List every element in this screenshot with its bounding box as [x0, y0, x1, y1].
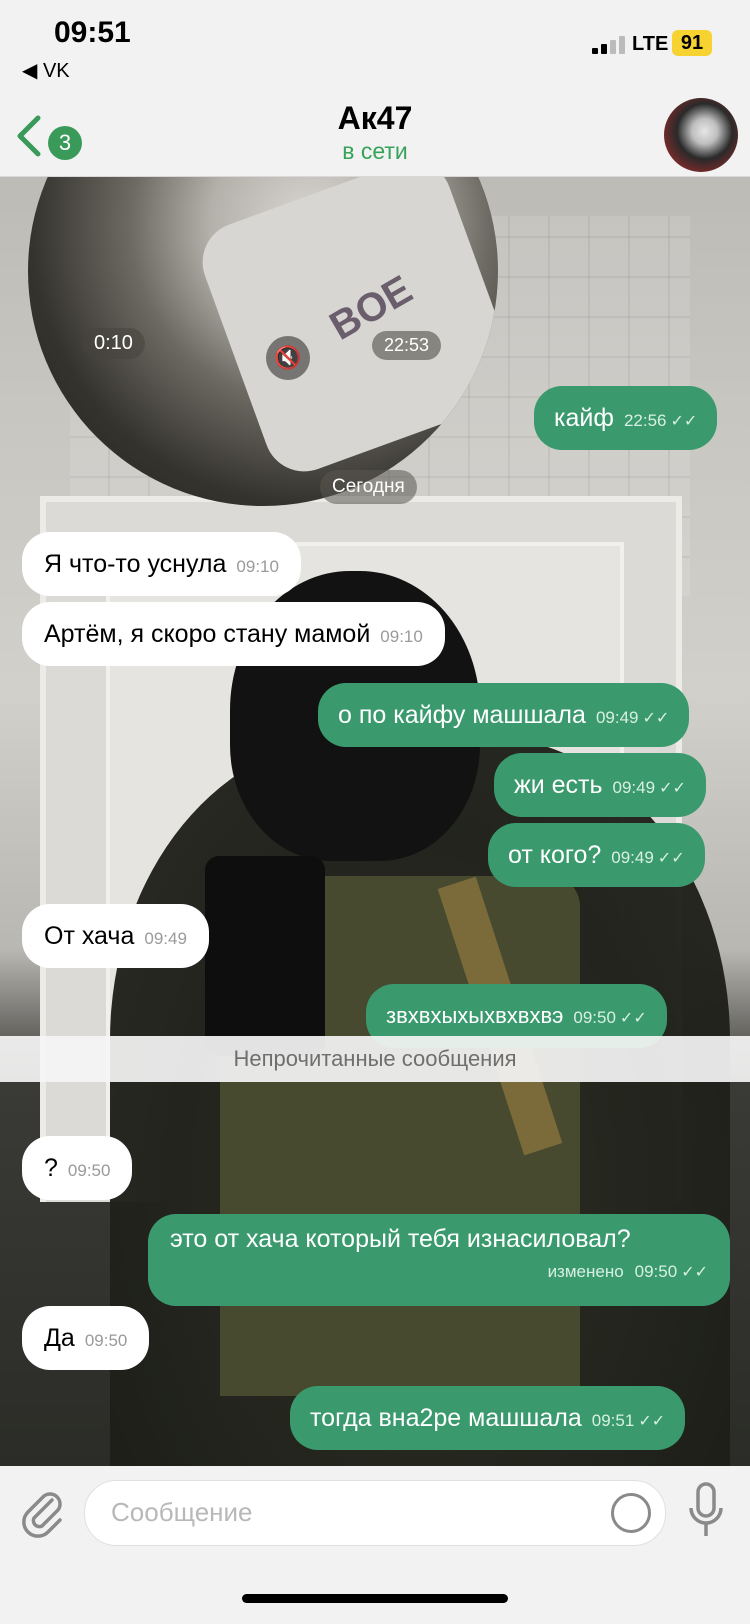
- message-text: Я что-то уснула: [44, 550, 227, 578]
- read-checkmark-icon: ✓✓: [638, 1413, 666, 1430]
- message-text: Да: [44, 1324, 75, 1352]
- message-incoming[interactable]: Да 09:50: [22, 1306, 150, 1370]
- network-type: LTE: [632, 33, 669, 55]
- message-time: 09:49: [144, 929, 187, 948]
- microphone-icon[interactable]: [688, 1482, 724, 1542]
- message-time: 09:49 ✓✓: [611, 848, 685, 867]
- message-time: 22:56 ✓✓: [623, 411, 698, 430]
- message-text: Артём, я скоро стану мамой: [44, 620, 371, 648]
- message-outgoing[interactable]: о по кайфу машшала 09:49 ✓✓: [318, 683, 690, 747]
- message-text: От хача: [44, 922, 135, 950]
- chat-header: 3 Ак47 в сети: [0, 96, 750, 177]
- message-incoming[interactable]: Я что-то уснула 09:10: [22, 532, 301, 596]
- signal-icon: [592, 36, 626, 54]
- message-time: 09:51 ✓✓: [591, 1411, 666, 1430]
- message-text: тогда вна2ре машшала: [310, 1404, 582, 1432]
- read-checkmark-icon: ✓✓: [681, 1264, 708, 1281]
- read-checkmark-icon: ✓✓: [642, 710, 670, 727]
- message-text: жи есть: [514, 771, 603, 799]
- message-outgoing[interactable]: кайф 22:56 ✓✓: [534, 386, 718, 450]
- message-time: 09:10: [380, 627, 423, 646]
- message-incoming[interactable]: От хача 09:49: [22, 904, 209, 968]
- message-composer: Сообщение: [0, 1466, 750, 1624]
- status-bar: 09:51 ◀ VK LTE 91: [0, 0, 750, 96]
- home-indicator[interactable]: [242, 1594, 508, 1603]
- muted-speaker-icon[interactable]: 🔇: [266, 336, 310, 380]
- message-text: ?: [44, 1154, 58, 1182]
- edited-label: изменено: [547, 1262, 624, 1281]
- battery-icon: 91: [672, 30, 712, 56]
- read-checkmark-icon: ✓✓: [619, 1010, 647, 1027]
- message-meta: изменено 09:50 ✓✓: [170, 1256, 708, 1286]
- message-list[interactable]: BOE 🔇 0:10 22:53 кайф 22:56 ✓✓ Сегодня Я ч…: [0, 36, 750, 1466]
- message-text: кайф: [554, 404, 614, 432]
- read-checkmark-icon: ✓✓: [659, 780, 686, 797]
- message-text: от кого?: [508, 841, 602, 869]
- message-outgoing[interactable]: от кого? 09:49 ✓✓: [488, 823, 705, 887]
- message-time: 09:50: [84, 1331, 128, 1350]
- back-to-app[interactable]: ◀ VK: [22, 58, 70, 83]
- read-checkmark-icon: ✓✓: [670, 413, 698, 430]
- message-text: о по кайфу машшала: [338, 701, 586, 729]
- message-time: 09:49 ✓✓: [612, 778, 686, 797]
- video-time: 22:53: [372, 331, 442, 360]
- message-incoming[interactable]: ? 09:50: [22, 1136, 133, 1200]
- online-status: в сети: [342, 138, 408, 164]
- message-outgoing[interactable]: тогда вна2ре машшала 09:51 ✓✓: [290, 1386, 686, 1450]
- message-time: 09:10: [236, 557, 279, 576]
- message-outgoing[interactable]: жи есть 09:49 ✓✓: [494, 753, 706, 817]
- message-outgoing[interactable]: это от хача который тебя изнасиловал? из…: [148, 1214, 730, 1306]
- video-duration: 0:10: [82, 328, 145, 359]
- paperclip-icon[interactable]: [18, 1486, 66, 1538]
- message-time: 09:50 ✓✓: [634, 1262, 708, 1281]
- chat-title[interactable]: Ак47: [0, 100, 750, 137]
- message-incoming[interactable]: Артём, я скоро стану мамой 09:10: [22, 602, 445, 666]
- avatar[interactable]: [664, 98, 738, 172]
- unread-separator: Непрочитанные сообщения: [0, 1036, 750, 1082]
- message-time: 09:49 ✓✓: [595, 708, 670, 727]
- read-checkmark-icon: ✓✓: [657, 850, 685, 867]
- sticker-icon[interactable]: [611, 1493, 651, 1533]
- message-text: это от хача который тебя изнасиловал?: [170, 1225, 631, 1253]
- status-time: 09:51: [54, 16, 131, 49]
- message-input[interactable]: Сообщение: [84, 1480, 666, 1546]
- message-placeholder: Сообщение: [111, 1497, 253, 1527]
- date-separator: Сегодня: [320, 470, 417, 504]
- message-time: 09:50: [67, 1161, 111, 1180]
